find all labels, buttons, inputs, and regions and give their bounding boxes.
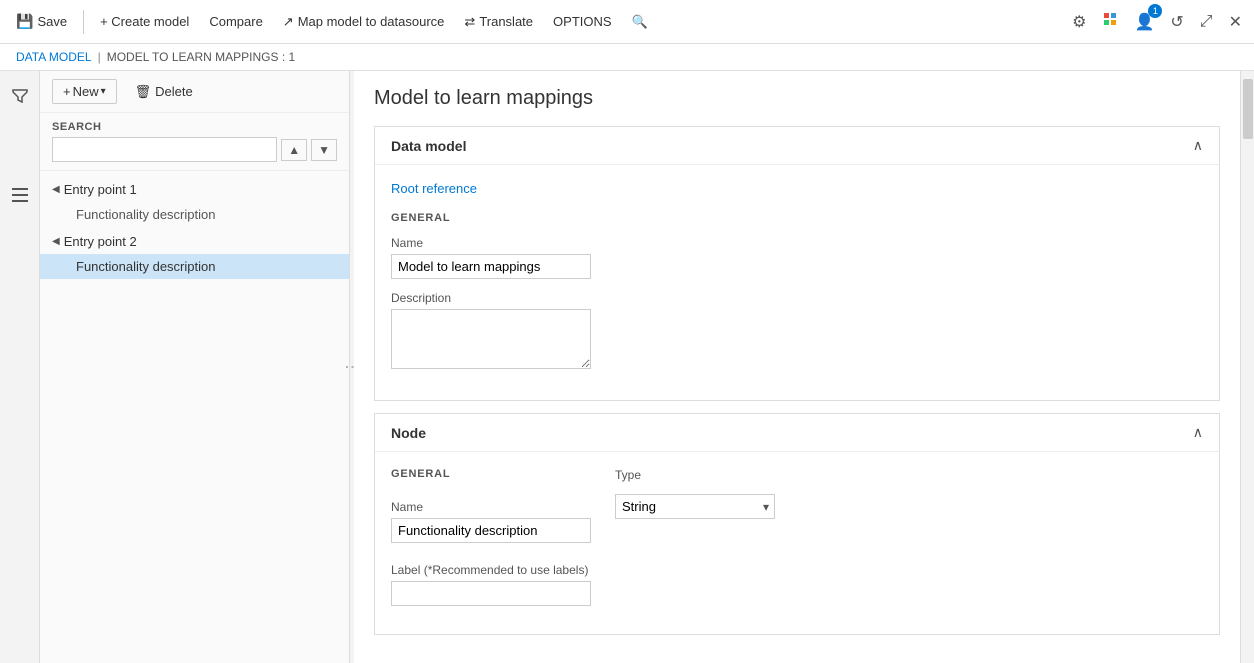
save-button[interactable]: 💾 Save (8, 9, 75, 34)
tree-parent-entry1[interactable]: ◀ Entry point 1 (40, 177, 349, 202)
settings-icon-button[interactable]: ⚙ (1068, 8, 1090, 36)
node-type-label: Type (615, 468, 775, 482)
data-model-description-label: Description (391, 291, 1203, 305)
node-type-select[interactable]: String Integer Boolean Date Real Contain… (615, 494, 775, 519)
node-row: GENERAL Name Label (*Recommended to use … (391, 468, 1203, 618)
data-model-description-field: Description (391, 291, 1203, 372)
node-section-header[interactable]: Node ∧ (375, 414, 1219, 452)
tree-group-entry2: ◀ Entry point 2 Functionality descriptio… (40, 229, 349, 279)
tree-parent-entry2[interactable]: ◀ Entry point 2 (40, 229, 349, 254)
open-external-button[interactable]: ⤢ (1196, 9, 1217, 35)
tree: ◀ Entry point 1 Functionality descriptio… (40, 171, 349, 663)
data-model-description-textarea[interactable] (391, 309, 591, 369)
tree-child-func1[interactable]: Functionality description (40, 202, 349, 227)
refresh-button[interactable]: ↺ (1166, 8, 1187, 36)
office-icon-button[interactable] (1098, 7, 1122, 36)
node-col-left: GENERAL Name Label (*Recommended to use … (391, 468, 591, 618)
save-icon: 💾 (16, 13, 33, 30)
filter-icon (12, 87, 28, 103)
office-icon (1102, 11, 1118, 27)
breadcrumb: DATA MODEL | MODEL TO LEARN MAPPINGS : 1 (0, 44, 1254, 71)
data-model-name-label: Name (391, 236, 1203, 250)
node-collapse-button[interactable]: ∧ (1193, 424, 1203, 441)
data-model-general-label: GENERAL (391, 212, 1203, 224)
node-section-body: GENERAL Name Label (*Recommended to use … (375, 452, 1219, 634)
tree-arrow-entry1: ◀ (52, 184, 60, 195)
right-content: Model to learn mappings Data model ∧ Roo… (354, 71, 1240, 663)
nav-down-button[interactable]: ▼ (311, 139, 337, 161)
notification-badge: 👤 1 (1130, 8, 1158, 36)
data-model-name-field: Name (391, 236, 1203, 279)
node-label-label: Label (*Recommended to use labels) (391, 563, 591, 577)
tree-parent-label-entry2: Entry point 2 (64, 234, 137, 249)
plus-icon: + (63, 84, 71, 99)
search-label: SEARCH (52, 121, 337, 133)
node-name-input[interactable] (391, 518, 591, 543)
breadcrumb-data-model[interactable]: DATA MODEL (16, 50, 92, 64)
hamburger-icon (12, 188, 28, 202)
breadcrumb-separator: | (98, 50, 101, 64)
tree-group-entry1: ◀ Entry point 1 Functionality descriptio… (40, 177, 349, 227)
new-button[interactable]: + New ▾ (52, 79, 117, 104)
data-model-collapse-button[interactable]: ∧ (1193, 137, 1203, 154)
tree-child-label-func2: Functionality description (76, 259, 215, 274)
map-datasource-button[interactable]: ↗ Map model to datasource (275, 10, 453, 34)
node-label-field: Label (*Recommended to use labels) (391, 563, 591, 606)
tree-child-label-func1: Functionality description (76, 207, 215, 222)
toolbar-right: ⚙ 👤 1 ↺ ⤢ ✕ (1068, 7, 1246, 36)
translate-icon: ⇄ (464, 14, 475, 30)
tree-parent-label-entry1: Entry point 1 (64, 182, 137, 197)
search-toolbar-button[interactable]: 🔍 (624, 10, 656, 34)
nav-up-button[interactable]: ▲ (281, 139, 307, 161)
root-reference-link[interactable]: Root reference (391, 181, 477, 196)
left-panel: + New ▾ 🗑 Delete SEARCH ▲ ▼ ◀ Entry po (40, 71, 350, 663)
hamburger-icon-button[interactable] (4, 179, 36, 211)
search-input[interactable] (52, 137, 277, 162)
node-general-label: GENERAL (391, 468, 591, 480)
left-panel-toolbar: + New ▾ 🗑 Delete (40, 71, 349, 113)
node-section-title: Node (391, 425, 426, 441)
breadcrumb-current: MODEL TO LEARN MAPPINGS : 1 (107, 50, 296, 64)
node-name-field: Name (391, 500, 591, 543)
data-model-name-input[interactable] (391, 254, 591, 279)
search-row: ▲ ▼ (52, 137, 337, 162)
map-icon: ↗ (283, 14, 294, 30)
node-col-right: Type String Integer Boolean Date Real Co… (615, 468, 775, 519)
data-model-section-header[interactable]: Data model ∧ (375, 127, 1219, 165)
close-button[interactable]: ✕ (1225, 8, 1246, 36)
tree-child-func2[interactable]: Functionality description (40, 254, 349, 279)
node-label-input[interactable] (391, 581, 591, 606)
compare-button[interactable]: Compare (201, 10, 270, 33)
main-layout: + New ▾ 🗑 Delete SEARCH ▲ ▼ ◀ Entry po (0, 71, 1254, 663)
tree-arrow-entry2: ◀ (52, 236, 60, 247)
search-section: SEARCH ▲ ▼ (40, 113, 349, 171)
data-model-section: Data model ∧ Root reference GENERAL Name… (374, 126, 1220, 401)
delete-button[interactable]: 🗑 Delete (125, 80, 203, 104)
node-type-select-wrapper: String Integer Boolean Date Real Contain… (615, 494, 775, 519)
create-model-button[interactable]: + Create model (92, 10, 197, 33)
data-model-section-title: Data model (391, 138, 466, 154)
scroll-thumb (1243, 79, 1253, 139)
chevron-down-icon: ▾ (101, 86, 106, 97)
options-button[interactable]: OPTIONS (545, 10, 620, 33)
data-model-section-body: Root reference GENERAL Name Description (375, 165, 1219, 400)
node-section: Node ∧ GENERAL Name Label (*Recommended … (374, 413, 1220, 635)
translate-button[interactable]: ⇄ Translate (456, 10, 541, 34)
trash-icon: 🗑 (135, 84, 152, 100)
page-title: Model to learn mappings (374, 87, 1220, 110)
sidebar-icons (0, 71, 40, 663)
scroll-track[interactable] (1240, 71, 1254, 663)
toolbar: 💾 Save + Create model Compare ↗ Map mode… (0, 0, 1254, 44)
toolbar-separator (83, 10, 84, 34)
filter-icon-button[interactable] (4, 79, 36, 111)
node-name-label: Name (391, 500, 591, 514)
search-icon: 🔍 (632, 14, 648, 30)
